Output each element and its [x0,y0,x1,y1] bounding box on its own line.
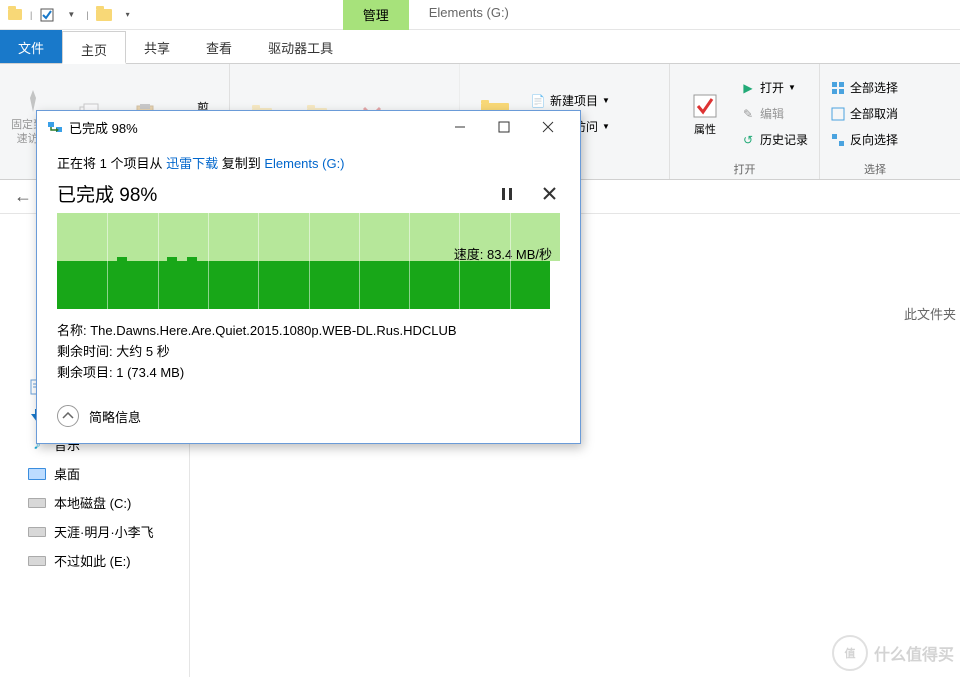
history-button[interactable]: ↺ 历史记录 [740,129,808,151]
chevron-down-icon: ▼ [602,96,610,105]
sidebar-item-drive-c[interactable]: 本地磁盘 (C:) [4,488,185,517]
window-path-title: Elements (G:) [409,0,529,30]
ribbon-tabs: 文件 主页 共享 查看 驱动器工具 [0,30,960,64]
qat-overflow-icon[interactable]: ▾ [119,6,137,24]
pause-button[interactable] [496,183,518,205]
sidebar-item-label: 本地磁盘 (C:) [54,493,131,512]
dialog-titlebar[interactable]: 已完成 98% [37,111,580,143]
qat-separator: | [86,10,88,20]
history-icon: ↺ [740,132,756,148]
watermark-text: 什么值得买 [874,641,954,665]
properties-button[interactable]: 属性 [680,86,730,141]
tab-drive-tools[interactable]: 驱动器工具 [250,30,351,63]
watermark-badge-icon: 值 [832,635,868,671]
invert-icon [830,132,846,148]
sidebar-item-drive-e[interactable]: 不过如此 (E:) [4,546,185,575]
dialog-title-text: 已完成 98% [69,118,438,137]
tab-file[interactable]: 文件 [0,30,62,63]
new-item-label: 新建项目 [550,92,598,109]
sidebar-item-label: 天涯·明月·小李飞 [54,522,154,541]
copy-progress-dialog: 已完成 98% 正在将 1 个项目从 迅雷下载 复制到 Elements (G:… [36,110,581,444]
watermark: 值 什么值得买 [832,635,954,671]
drive-icon [28,552,46,570]
quick-access-toolbar: | ▼ | ▾ [0,6,143,24]
drive-icon [28,494,46,512]
desktop-icon [28,465,46,483]
select-none-button[interactable]: 全部取消 [830,103,898,125]
folder-qat-icon[interactable] [95,6,113,24]
select-all-button[interactable]: 全部选择 [830,77,898,99]
open-button[interactable]: ▶ 打开 ▼ [740,77,808,99]
new-item-icon: 📄 [530,93,546,109]
empty-folder-hint: 此文件夹 [904,214,960,323]
select-none-icon [830,106,846,122]
history-label: 历史记录 [760,131,808,148]
explorer-icon [6,6,24,24]
tab-share[interactable]: 共享 [126,30,188,63]
chevron-down-icon: ▼ [602,122,610,131]
properties-icon [689,90,721,122]
open-icon: ▶ [740,80,756,96]
properties-label: 属性 [694,124,716,137]
cancel-button[interactable] [538,183,560,205]
copy-description: 正在将 1 个项目从 迅雷下载 复制到 Elements (G:) [57,153,560,172]
context-tab-manage[interactable]: 管理 [343,0,409,30]
speed-graph: 速度: 83.4 MB/秒 [57,213,560,309]
select-all-label: 全部选择 [850,79,898,96]
sidebar-item-label: 桌面 [54,464,80,483]
edit-button[interactable]: ✎ 编辑 [740,103,808,125]
fewer-details-button[interactable]: 简略信息 [57,405,560,427]
drive-icon [28,523,46,541]
tab-view[interactable]: 查看 [188,30,250,63]
back-button[interactable]: ← [8,186,38,207]
tab-home[interactable]: 主页 [62,31,126,64]
maximize-button[interactable] [482,113,526,141]
invert-selection-button[interactable]: 反向选择 [830,129,898,151]
group-open-label: 打开 [680,159,809,177]
chevron-down-icon: ▼ [788,83,796,92]
detail-time-left: 剩余时间: 大约 5 秒 [57,342,560,363]
sidebar-item-drive-d[interactable]: 天涯·明月·小李飞 [4,517,185,546]
dest-link[interactable]: Elements (G:) [264,156,344,171]
close-button[interactable] [526,113,570,141]
fewer-details-label: 简略信息 [89,407,141,426]
select-all-icon [830,80,846,96]
qat-separator: | [30,10,32,20]
window-titlebar: | ▼ | ▾ 管理 Elements (G:) [0,0,960,30]
detail-items-left: 剩余项目: 1 (73.4 MB) [57,363,560,384]
invert-label: 反向选择 [850,131,898,148]
progress-title: 已完成 98% [57,180,157,207]
sidebar-item-label: 不过如此 (E:) [54,551,131,570]
open-label: 打开 [760,79,784,96]
edit-icon: ✎ [740,106,756,122]
select-none-label: 全部取消 [850,105,898,122]
sidebar-item-desktop[interactable]: 桌面 [4,459,185,488]
qat-dropdown-icon[interactable]: ▼ [62,6,80,24]
edit-label: 编辑 [760,105,784,122]
source-link[interactable]: 迅雷下载 [166,156,218,171]
new-item-button[interactable]: 📄 新建项目 ▼ [530,90,610,112]
detail-name: 名称: The.Dawns.Here.Are.Quiet.2015.1080p.… [57,321,560,342]
group-select-label: 选择 [830,159,920,177]
transfer-icon [47,119,63,135]
checkbox-qat-icon[interactable] [38,6,56,24]
chevron-up-icon [57,405,79,427]
minimize-button[interactable] [438,113,482,141]
